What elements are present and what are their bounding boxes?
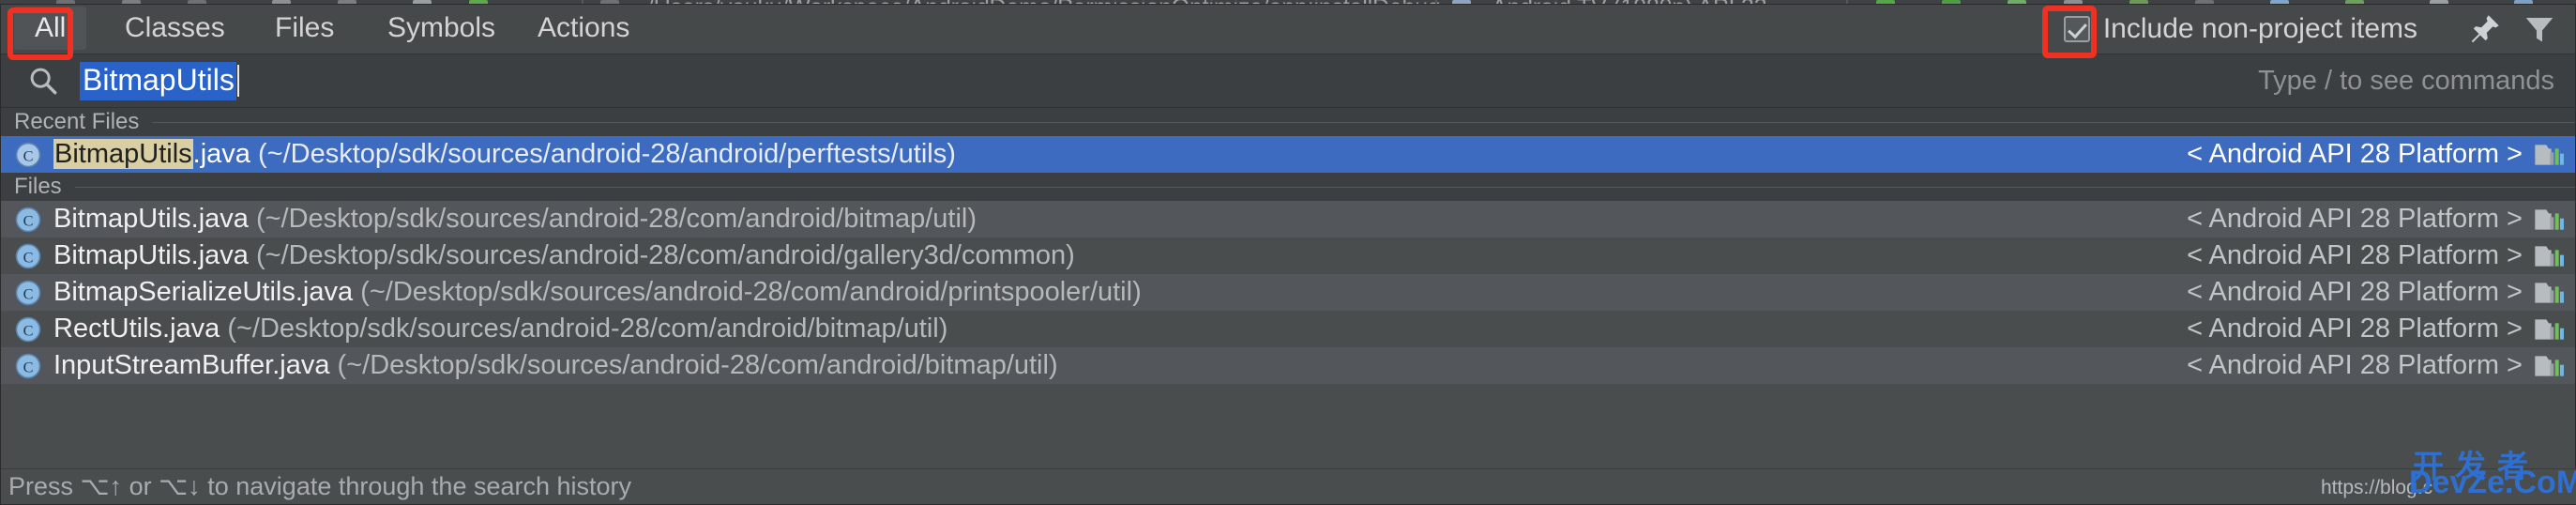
java-class-icon: C — [14, 352, 42, 380]
group-title: Recent Files — [14, 109, 140, 134]
result-location-group: < Android API 28 Platform > — [2187, 277, 2564, 308]
result-label: BitmapSerializeUtils.java (~/Desktop/sdk… — [53, 277, 1142, 308]
result-path: (~/Desktop/sdk/sources/android-28/com/an… — [248, 204, 977, 234]
result-location-group: < Android API 28 Platform > — [2187, 314, 2564, 344]
result-row-rectutils[interactable]: C RectUtils.java (~/Desktop/sdk/sources/… — [1, 311, 2575, 347]
result-label: RectUtils.java (~/Desktop/sdk/sources/an… — [53, 314, 947, 344]
status-text: Press ⌥↑ or ⌥↓ to navigate through the s… — [8, 472, 632, 500]
filter-icon[interactable] — [2521, 10, 2558, 48]
svg-text:C: C — [23, 359, 34, 375]
svg-text:C: C — [23, 249, 34, 266]
java-class-icon: C — [14, 141, 42, 169]
result-location: < Android API 28 Platform > — [2187, 204, 2523, 234]
result-location: < Android API 28 Platform > — [2187, 240, 2523, 270]
checkbox-checked-icon[interactable] — [2063, 16, 2090, 42]
result-row-recent-bitmaputils[interactable]: C BitmapUtils.java (~/Desktop/sdk/source… — [1, 136, 2575, 173]
search-input-value: BitmapUtils — [83, 62, 235, 97]
result-location-group: < Android API 28 Platform > — [2187, 139, 2564, 170]
search-everywhere-popup: All Classes Files Symbols Actions Includ… — [0, 4, 2576, 505]
include-non-project-items-label: Include non-project items — [2102, 13, 2417, 44]
result-name: .java — [192, 139, 250, 169]
result-match-highlight: BitmapUtils — [53, 139, 193, 169]
search-everywhere-tab-bar: All Classes Files Symbols Actions Includ… — [1, 5, 2575, 54]
java-class-icon: C — [14, 279, 42, 307]
search-field-row[interactable]: BitmapUtils Type / to see commands — [1, 54, 2575, 108]
result-row-bitmapserializeutils[interactable]: C BitmapSerializeUtils.java (~/Desktop/s… — [1, 274, 2575, 311]
result-name: BitmapUtils.java — [53, 240, 249, 270]
group-header-files: Files — [1, 173, 2575, 201]
search-commands-hint: Type / to see commands — [2258, 65, 2554, 96]
library-icon — [2534, 206, 2564, 234]
pin-icon[interactable] — [2466, 10, 2504, 48]
tab-classes[interactable]: Classes — [104, 7, 246, 50]
tab-all[interactable]: All — [14, 7, 87, 50]
result-path: (~/Desktop/sdk/sources/android-28/androi… — [250, 139, 956, 169]
group-divider — [152, 121, 2575, 123]
library-icon — [2534, 242, 2564, 270]
result-row-inputstreambuffer[interactable]: C InputStreamBuffer.java (~/Desktop/sdk/… — [1, 347, 2575, 384]
library-icon — [2534, 141, 2564, 169]
result-path: (~/Desktop/sdk/sources/android-28/com/an… — [248, 240, 1075, 270]
group-divider — [74, 186, 2575, 188]
result-location: < Android API 28 Platform > — [2187, 277, 2523, 307]
svg-text:C: C — [23, 285, 34, 302]
result-name: RectUtils.java — [53, 314, 220, 344]
result-path: (~/Desktop/sdk/sources/android-28/com/an… — [353, 277, 1142, 307]
result-location-group: < Android API 28 Platform > — [2187, 204, 2564, 235]
result-label: BitmapUtils.java (~/Desktop/sdk/sources/… — [53, 139, 956, 170]
library-icon — [2534, 315, 2564, 344]
svg-text:C: C — [23, 212, 34, 229]
result-path: (~/Desktop/sdk/sources/android-28/com/an… — [329, 350, 1058, 380]
result-name: BitmapSerializeUtils.java — [53, 277, 354, 307]
library-icon — [2534, 279, 2564, 307]
result-label: InputStreamBuffer.java (~/Desktop/sdk/so… — [53, 350, 1058, 381]
result-row-bitmaputils-gallery3d[interactable]: C BitmapUtils.java (~/Desktop/sdk/source… — [1, 237, 2575, 274]
result-label: BitmapUtils.java (~/Desktop/sdk/sources/… — [53, 240, 1075, 271]
library-icon — [2534, 352, 2564, 380]
group-header-recent-files: Recent Files — [1, 108, 2575, 136]
result-name: InputStreamBuffer.java — [53, 350, 330, 380]
result-location: < Android API 28 Platform > — [2187, 139, 2523, 169]
result-row-bitmaputils-bitmap-util[interactable]: C BitmapUtils.java (~/Desktop/sdk/source… — [1, 201, 2575, 237]
text-caret — [236, 65, 239, 97]
result-path: (~/Desktop/sdk/sources/android-28/com/an… — [220, 314, 948, 344]
search-results-list[interactable]: Recent Files C BitmapUtils.java (~/Deskt… — [1, 108, 2575, 474]
include-non-project-items-checkbox[interactable]: Include non-project items — [2063, 13, 2417, 45]
tab-files[interactable]: Files — [254, 7, 355, 50]
java-class-icon: C — [14, 206, 42, 234]
result-location: < Android API 28 Platform > — [2187, 314, 2523, 344]
tab-symbols[interactable]: Symbols — [367, 7, 516, 50]
search-icon — [27, 65, 59, 97]
result-name: BitmapUtils.java — [53, 204, 249, 234]
result-location-group: < Android API 28 Platform > — [2187, 350, 2564, 381]
java-class-icon: C — [14, 315, 42, 344]
search-history-status-bar: Press ⌥↑ or ⌥↓ to navigate through the s… — [1, 468, 2576, 504]
result-location-group: < Android API 28 Platform > — [2187, 240, 2564, 271]
group-title: Files — [14, 174, 62, 199]
search-input[interactable]: BitmapUtils — [80, 61, 236, 100]
tab-actions[interactable]: Actions — [517, 7, 650, 50]
svg-text:C: C — [23, 147, 34, 164]
result-label: BitmapUtils.java (~/Desktop/sdk/sources/… — [53, 204, 977, 235]
svg-text:C: C — [23, 322, 34, 339]
tab-bar-right-controls: Include non-project items — [2063, 5, 2575, 54]
search-everywhere-screenshot: /Users/youku/Workspace/AndroidDemo/Permi… — [0, 0, 2576, 505]
result-location: < Android API 28 Platform > — [2187, 350, 2523, 380]
java-class-icon: C — [14, 242, 42, 270]
